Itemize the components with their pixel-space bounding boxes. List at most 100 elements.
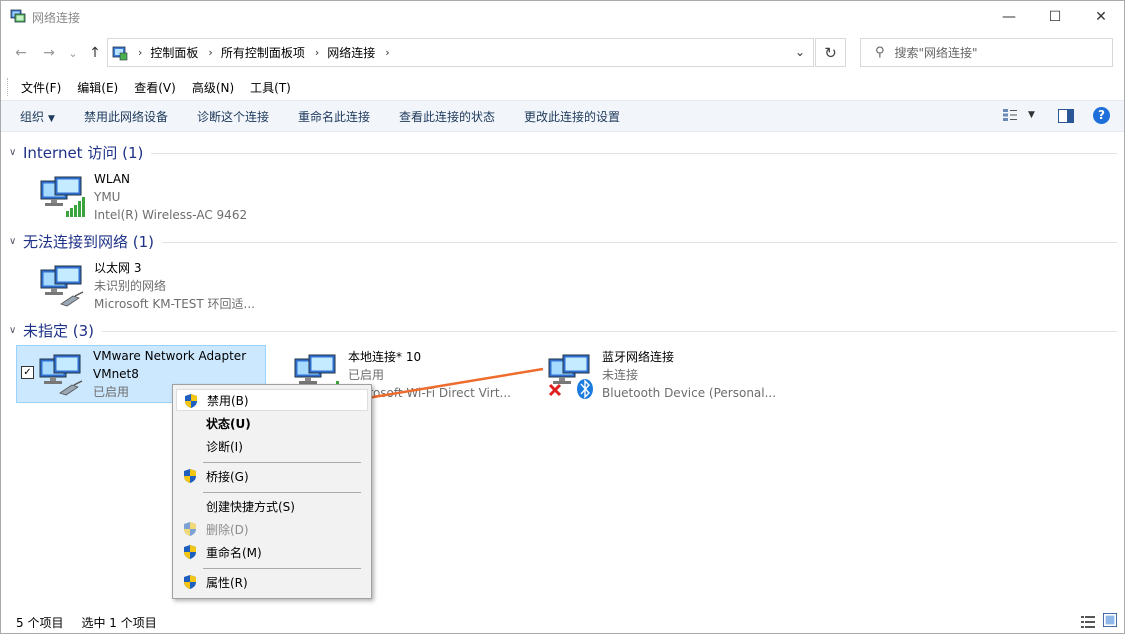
rename-button[interactable]: 重命名此连接 <box>298 108 370 125</box>
connection-wlan[interactable]: WLAN YMU Intel(R) Wireless-AC 9462 <box>17 167 267 223</box>
menu-tools[interactable]: 工具(T) <box>250 79 291 96</box>
menu-item-disable[interactable]: 禁用(B) <box>176 389 368 411</box>
view-status-button[interactable]: 查看此连接的状态 <box>399 108 495 125</box>
network-name: YMU <box>94 190 121 204</box>
network-connections-window: 网络连接 — ☐ ✕ ← → ⌄ ↑ › 控制面板 › 所有控制面板项 › 网络… <box>0 0 1125 634</box>
menu-item-label: 重命名(M) <box>206 545 262 560</box>
change-view-icon[interactable] <box>1002 108 1018 122</box>
view-options-chevron-icon[interactable]: ▼ <box>1028 110 1035 120</box>
group-unspecified[interactable]: ∨ 未指定 (3) <box>9 320 1117 340</box>
menu-item-label: 禁用(B) <box>207 393 249 408</box>
menu-separator <box>203 462 361 463</box>
wireless-network-icon <box>40 176 85 217</box>
group-internet-access[interactable]: ∨ Internet 访问 (1) <box>9 142 1117 162</box>
large-icons-view-icon[interactable] <box>1102 613 1118 627</box>
connection-status: 未连接 <box>602 368 639 382</box>
chevron-down-icon: ∨ <box>9 235 17 247</box>
menu-file[interactable]: 文件(F) <box>21 79 61 96</box>
menu-edit[interactable]: 编辑(E) <box>77 79 118 96</box>
command-bar: 组织 ▼ 禁用此网络设备 诊断这个连接 重命名此连接 查看此连接的状态 更改此连接… <box>1 100 1124 132</box>
menu-item-label: 诊断(I) <box>206 439 243 454</box>
menu-item-bridge[interactable]: 桥接(G) <box>176 465 368 487</box>
chevron-down-icon: ∨ <box>9 146 17 158</box>
menu-bar: 文件(F) 编辑(E) 查看(V) 高级(N) 工具(T) <box>1 75 1124 99</box>
menu-grip <box>7 78 8 96</box>
item-count: 5 个项目 <box>16 615 64 630</box>
menu-advanced[interactable]: 高级(N) <box>192 79 234 96</box>
control-panel-icon <box>112 46 128 60</box>
up-button[interactable]: ↑ <box>85 43 105 63</box>
organize-button[interactable]: 组织 ▼ <box>20 108 55 125</box>
connection-name: 蓝牙网络连接 <box>602 350 675 364</box>
menu-item-label: 状态(U) <box>206 416 251 431</box>
group-title: 未指定 (3) <box>23 321 95 340</box>
network-name: 未识别的网络 <box>94 279 167 293</box>
change-settings-button[interactable]: 更改此连接的设置 <box>524 108 620 125</box>
menu-separator <box>203 568 361 569</box>
chevron-down-icon: ∨ <box>9 324 17 336</box>
adapter-name: Bluetooth Device (Personal... <box>602 386 777 400</box>
breadcrumb-separator: › <box>314 46 320 59</box>
adapter-name: Intel(R) Wireless-AC 9462 <box>94 208 248 222</box>
forward-button[interactable]: → <box>39 43 59 63</box>
menu-item-status[interactable]: 状态(U) <box>176 412 368 434</box>
window-title: 网络连接 <box>32 11 81 25</box>
address-dropdown-icon[interactable]: ⌄ <box>795 45 805 59</box>
selection-checkbox[interactable]: ✓ <box>21 366 34 379</box>
menu-item-label: 桥接(G) <box>206 469 249 484</box>
refresh-button[interactable]: ↻ <box>815 38 846 67</box>
breadcrumb-network-connections[interactable]: 网络连接 <box>327 44 375 61</box>
connection-ethernet-3[interactable]: 以太网 3 未识别的网络 Microsoft KM-TEST 环回适... <box>17 256 267 312</box>
network-name: VMnet8 <box>93 367 139 381</box>
network-connections-icon <box>10 9 26 23</box>
organize-label: 组织 <box>20 109 45 124</box>
group-cannot-connect[interactable]: ∨ 无法连接到网络 (1) <box>9 231 1117 251</box>
breadcrumb-all-items[interactable]: 所有控制面板项 <box>221 44 305 61</box>
connection-bluetooth[interactable]: 蓝牙网络连接 未连接 Bluetooth Device (Personal... <box>525 345 785 401</box>
bluetooth-network-icon <box>548 354 593 399</box>
ethernet-network-icon <box>39 354 83 396</box>
menu-view[interactable]: 查看(V) <box>134 79 176 96</box>
preview-pane-icon[interactable] <box>1058 109 1074 123</box>
menu-item-properties[interactable]: 属性(R) <box>176 571 368 593</box>
uac-shield-icon <box>185 394 197 408</box>
menu-item-label: 删除(D) <box>206 522 249 537</box>
menu-item-delete: 删除(D) <box>176 518 368 540</box>
back-button[interactable]: ← <box>11 43 31 63</box>
uac-shield-icon <box>184 522 196 536</box>
details-view-icon[interactable] <box>1080 615 1096 629</box>
breadcrumb-separator[interactable]: › <box>385 46 389 59</box>
uac-shield-icon <box>184 469 196 483</box>
search-icon: ⚲ <box>875 45 885 60</box>
ethernet-network-icon <box>40 265 84 307</box>
menu-item-label: 属性(R) <box>206 575 248 590</box>
status-bar: 5 个项目 选中 1 个项目 <box>1 611 1124 633</box>
selected-count: 选中 1 个项目 <box>81 615 157 630</box>
close-button[interactable]: ✕ <box>1078 1 1124 32</box>
uac-shield-icon <box>184 545 196 559</box>
search-input[interactable]: ⚲ 搜索"网络连接" <box>860 38 1113 67</box>
group-title: 无法连接到网络 (1) <box>23 232 155 251</box>
breadcrumb-separator: › <box>138 46 143 59</box>
minimize-button[interactable]: — <box>986 1 1032 32</box>
menu-item-create-shortcut[interactable]: 创建快捷方式(S) <box>176 495 368 517</box>
menu-item-label: 创建快捷方式(S) <box>206 499 295 514</box>
menu-item-diagnose[interactable]: 诊断(I) <box>176 435 368 457</box>
help-icon[interactable]: ? <box>1093 107 1110 124</box>
maximize-button[interactable]: ☐ <box>1032 1 1078 32</box>
recent-locations-button[interactable]: ⌄ <box>63 43 83 63</box>
group-title: Internet 访问 (1) <box>23 143 144 162</box>
menu-separator <box>203 492 361 493</box>
address-bar[interactable]: › 控制面板 › 所有控制面板项 › 网络连接 › ⌄ <box>107 38 814 67</box>
disable-device-button[interactable]: 禁用此网络设备 <box>84 108 168 125</box>
connection-name: WLAN <box>94 172 131 186</box>
chevron-down-icon: ▼ <box>48 113 55 124</box>
connection-name: VMware Network Adapter <box>93 349 247 363</box>
menu-item-rename[interactable]: 重命名(M) <box>176 541 368 563</box>
uac-shield-icon <box>184 575 196 589</box>
context-menu: 禁用(B) 状态(U) 诊断(I) 桥接(G) 创建快捷方式(S) 删除(D) … <box>172 384 372 599</box>
breadcrumb-control-panel[interactable]: 控制面板 <box>150 44 198 61</box>
breadcrumb-separator: › <box>208 46 213 59</box>
connection-name: 以太网 3 <box>94 261 142 275</box>
diagnose-button[interactable]: 诊断这个连接 <box>197 108 269 125</box>
